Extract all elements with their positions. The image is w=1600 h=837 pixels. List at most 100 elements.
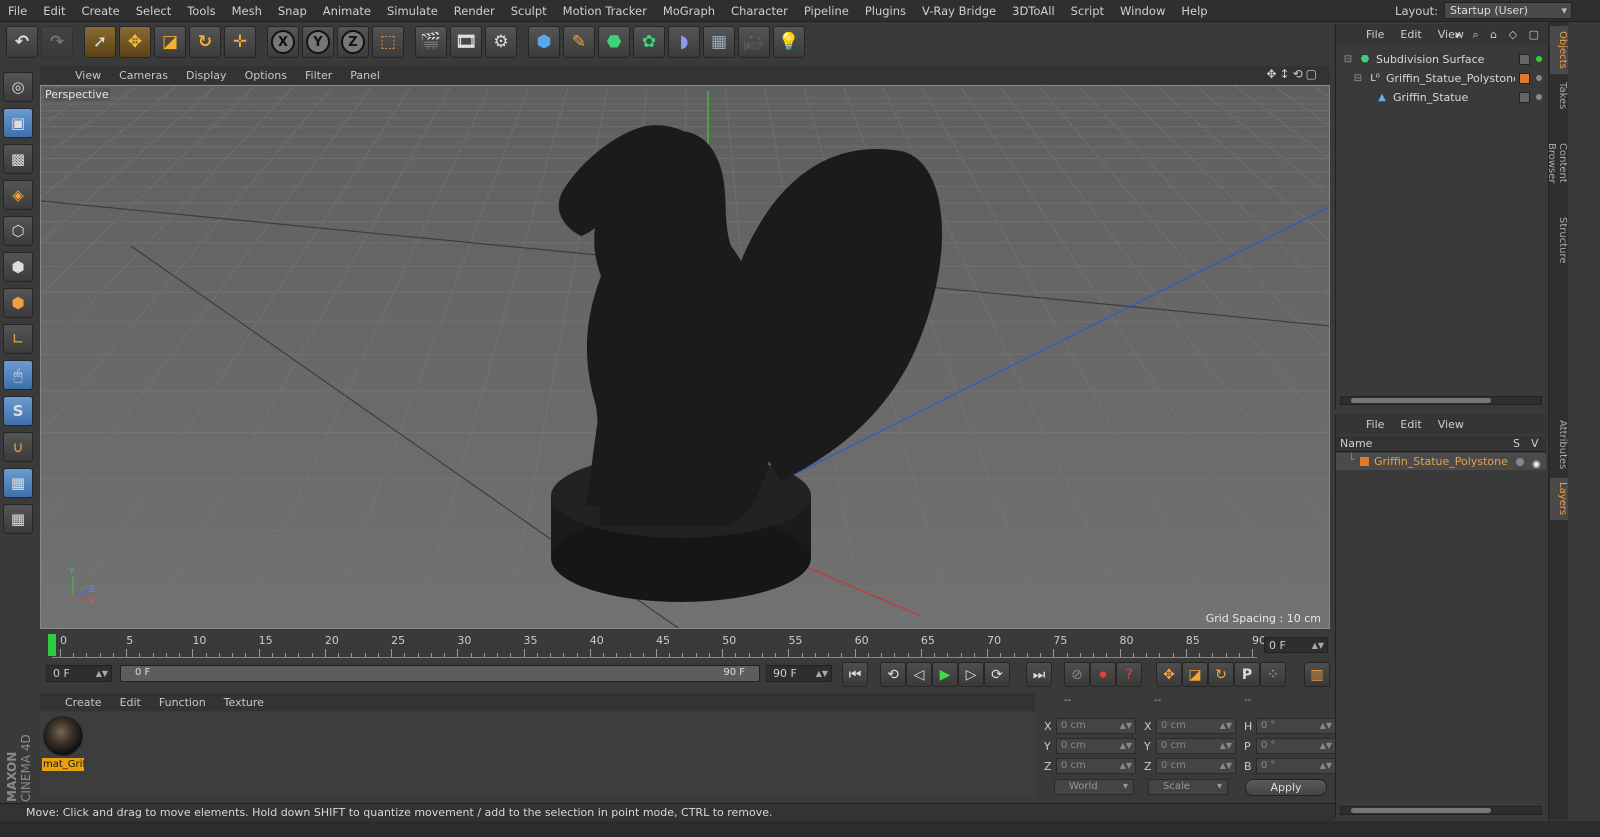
- coordinate-system-icon[interactable]: ⬚: [372, 26, 404, 58]
- pos-x-field[interactable]: 0 cm ▲▼: [1056, 718, 1136, 734]
- layer-menu-view[interactable]: View: [1430, 418, 1472, 431]
- key-scale-icon[interactable]: ◪: [1182, 662, 1208, 687]
- workplane-lock-icon[interactable]: ▦: [3, 468, 33, 498]
- tab-attributes[interactable]: Attributes: [1550, 416, 1568, 474]
- tab-content-browser[interactable]: Content Browser: [1546, 118, 1568, 208]
- material-name[interactable]: mat_Griffin: [42, 758, 84, 771]
- workplane-icon[interactable]: ◈: [3, 180, 33, 210]
- viewport-navigation-icons[interactable]: ✥↕⟲▢: [1266, 67, 1320, 81]
- menu-animate[interactable]: Animate: [315, 0, 379, 22]
- go-to-end-icon[interactable]: ⏭: [1026, 662, 1052, 687]
- menu-window[interactable]: Window: [1112, 0, 1173, 22]
- tag-box[interactable]: [1519, 54, 1530, 65]
- material-menu-create[interactable]: Create: [56, 696, 111, 709]
- live-select-icon[interactable]: ✛: [224, 26, 256, 58]
- coordinate-mode-select[interactable]: World: [1054, 779, 1134, 795]
- layer-color-box[interactable]: [1519, 73, 1530, 84]
- model-mode-icon[interactable]: ▣: [3, 108, 33, 138]
- render-view-icon[interactable]: 🎬: [415, 26, 447, 58]
- timeline[interactable]: 0 5 10 15 20 25 30 35 40 45 50 55 60 65 70 75 80 85 90 0 F…: [40, 632, 1330, 660]
- menu-sculpt[interactable]: Sculpt: [503, 0, 555, 22]
- autokey-icon[interactable]: ⏺: [1090, 662, 1116, 687]
- current-frame-field[interactable]: 0 F ▲▼: [1264, 637, 1328, 653]
- workplane-grid-icon[interactable]: ▦: [3, 504, 33, 534]
- menu-mograph[interactable]: MoGraph: [655, 0, 723, 22]
- layer-manager-scrollbar[interactable]: [1340, 806, 1542, 815]
- visibility-dot[interactable]: [1536, 75, 1542, 81]
- object-menu-edit[interactable]: Edit: [1392, 28, 1429, 41]
- tab-takes[interactable]: Takes: [1550, 78, 1568, 114]
- timeline-ruler[interactable]: [52, 649, 1257, 658]
- object-menu-file[interactable]: File: [1358, 28, 1392, 41]
- layer-color-box[interactable]: [1360, 457, 1369, 466]
- rot-h-field[interactable]: 0 ° ▲▼: [1256, 718, 1336, 734]
- material-preview[interactable]: [43, 716, 83, 756]
- play-icon[interactable]: ▶: [932, 662, 958, 687]
- menu-3dtoall[interactable]: 3DToAll: [1004, 0, 1063, 22]
- layout-select[interactable]: Startup (User): [1444, 2, 1572, 19]
- material-menu-texture[interactable]: Texture: [215, 696, 273, 709]
- menu-create[interactable]: Create: [74, 0, 128, 22]
- visibility-dot[interactable]: [1536, 94, 1542, 100]
- tab-layers[interactable]: Layers: [1550, 478, 1568, 520]
- rot-p-field[interactable]: 0 ° ▲▼: [1256, 738, 1336, 754]
- pos-z-field[interactable]: 0 cm ▲▼: [1056, 758, 1136, 774]
- collapse-icon[interactable]: ⊟: [1352, 73, 1364, 85]
- menu-render[interactable]: Render: [446, 0, 503, 22]
- start-frame-field[interactable]: 0 F ▲▼: [46, 665, 112, 682]
- viewport-menu-display[interactable]: Display: [177, 69, 236, 82]
- pos-y-field[interactable]: 0 cm ▲▼: [1056, 738, 1136, 754]
- magnet-icon[interactable]: ∪: [3, 432, 33, 462]
- layer-solo-dot[interactable]: [1516, 458, 1524, 466]
- cloner-icon[interactable]: ✿: [633, 26, 665, 58]
- menu-select[interactable]: Select: [128, 0, 179, 22]
- menu-simulate[interactable]: Simulate: [379, 0, 446, 22]
- menu-vray-bridge[interactable]: V-Ray Bridge: [914, 0, 1004, 22]
- subdivision-icon[interactable]: ⬣: [598, 26, 630, 58]
- tag-box[interactable]: [1519, 92, 1530, 103]
- polygons-mode-icon[interactable]: ⬢: [3, 288, 33, 318]
- layer-row[interactable]: └ Griffin_Statue_Polystone ◉: [1336, 453, 1546, 470]
- size-z-field[interactable]: 0 cm ▲▼: [1156, 758, 1236, 774]
- viewport-menu-cameras[interactable]: Cameras: [110, 69, 177, 82]
- object-manager-tools-icons[interactable]: ▸ ⌕ ⌂ ◇ ▢: [1455, 28, 1543, 42]
- object-row-subdivision-surface[interactable]: ⊟ ⬣ Subdivision Surface: [1336, 50, 1546, 69]
- record-keys-icon[interactable]: ⊘: [1064, 662, 1090, 687]
- viewport-menu-options[interactable]: Options: [236, 69, 296, 82]
- z-axis-icon[interactable]: Z: [337, 26, 369, 58]
- timeline-window-icon[interactable]: ▥: [1304, 662, 1330, 687]
- render-settings-icon[interactable]: ⚙: [485, 26, 517, 58]
- menu-tools[interactable]: Tools: [179, 0, 223, 22]
- size-mode-select[interactable]: Scale: [1148, 779, 1228, 795]
- viewport-menu-filter[interactable]: Filter: [296, 69, 341, 82]
- end-frame-field[interactable]: 90 F ▲▼: [766, 665, 832, 682]
- playhead[interactable]: [48, 634, 56, 656]
- apply-button[interactable]: Apply: [1245, 779, 1327, 796]
- deformer-icon[interactable]: ◗: [668, 26, 700, 58]
- viewport-perspective[interactable]: Y Z X Perspective Grid Spacing : 10 cm: [40, 85, 1330, 629]
- select-arrow-icon[interactable]: ➚: [84, 26, 116, 58]
- menu-character[interactable]: Character: [723, 0, 796, 22]
- menu-script[interactable]: Script: [1063, 0, 1112, 22]
- points-mode-icon[interactable]: ⬡: [3, 216, 33, 246]
- make-editable-icon[interactable]: ◎: [3, 72, 33, 102]
- object-manager-scrollbar[interactable]: [1340, 396, 1542, 405]
- material-menu-function[interactable]: Function: [150, 696, 215, 709]
- size-y-field[interactable]: 0 cm ▲▼: [1156, 738, 1236, 754]
- key-rotation-icon[interactable]: ↻: [1208, 662, 1234, 687]
- y-axis-icon[interactable]: Y: [302, 26, 334, 58]
- frame-range-slider[interactable]: 0 F 90 F: [120, 665, 760, 682]
- render-picture-viewer-icon[interactable]: 🎞: [450, 26, 482, 58]
- visibility-dot[interactable]: [1536, 56, 1542, 62]
- object-row-griffin-statue[interactable]: ▲ Griffin_Statue: [1336, 88, 1546, 107]
- camera-icon[interactable]: 🎥: [738, 26, 770, 58]
- viewport-menu-panel[interactable]: Panel: [341, 69, 389, 82]
- layer-visible-icon[interactable]: ◉: [1532, 456, 1541, 473]
- menu-snap[interactable]: Snap: [270, 0, 315, 22]
- previous-key-icon[interactable]: ⟲: [880, 662, 906, 687]
- material-menu-edit[interactable]: Edit: [111, 696, 150, 709]
- snap-icon[interactable]: S: [3, 396, 33, 426]
- move-icon[interactable]: ✥: [119, 26, 151, 58]
- rot-b-field[interactable]: 0 ° ▲▼: [1256, 758, 1336, 774]
- menu-mesh[interactable]: Mesh: [224, 0, 270, 22]
